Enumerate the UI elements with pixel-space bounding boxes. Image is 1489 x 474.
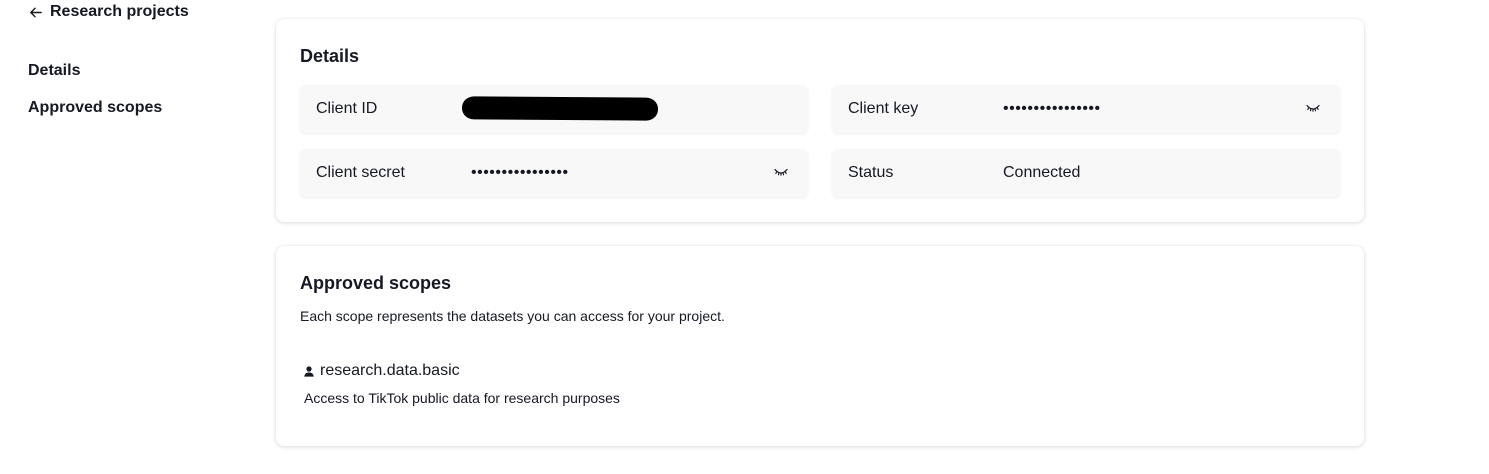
approved-scopes-card: Approved scopes Each scope represents th… [276, 246, 1364, 446]
status-label: Status [848, 164, 894, 181]
details-card: Details Client ID Client key •••••••••••… [276, 19, 1364, 222]
scope-item: research.data.basic Access to TikTok pub… [304, 361, 620, 407]
client-secret-value: •••••••••••••••• [471, 164, 569, 181]
approved-scopes-description: Each scope represents the datasets you c… [300, 308, 725, 324]
client-key-label: Client key [848, 100, 919, 117]
client-id-label: Client ID [316, 100, 378, 117]
client-secret-label: Client secret [316, 164, 405, 181]
user-icon [304, 365, 314, 377]
client-id-redaction [461, 96, 659, 121]
back-link-label: Research projects [50, 3, 189, 20]
sidebar-nav: Details Approved scopes [28, 60, 162, 134]
details-title: Details [300, 46, 360, 66]
client-key-field: Client key •••••••••••••••• [832, 85, 1340, 133]
client-key-value: •••••••••••••••• [1003, 100, 1101, 117]
eye-closed-icon[interactable] [1306, 103, 1320, 113]
status-field: Status Connected [832, 149, 1340, 197]
status-value: Connected [1003, 164, 1081, 181]
client-id-field: Client ID [300, 85, 808, 133]
arrow-left-icon [30, 7, 42, 17]
scope-name: research.data.basic [320, 362, 460, 379]
client-secret-field: Client secret •••••••••••••••• [300, 149, 808, 197]
back-link-research-projects[interactable]: Research projects [28, 2, 189, 22]
sidebar-item-approved-scopes[interactable]: Approved scopes [28, 97, 162, 134]
sidebar-item-details[interactable]: Details [28, 60, 162, 97]
approved-scopes-title: Approved scopes [300, 273, 452, 293]
scope-description: Access to TikTok public data for researc… [304, 390, 620, 406]
eye-closed-icon[interactable] [774, 167, 788, 177]
